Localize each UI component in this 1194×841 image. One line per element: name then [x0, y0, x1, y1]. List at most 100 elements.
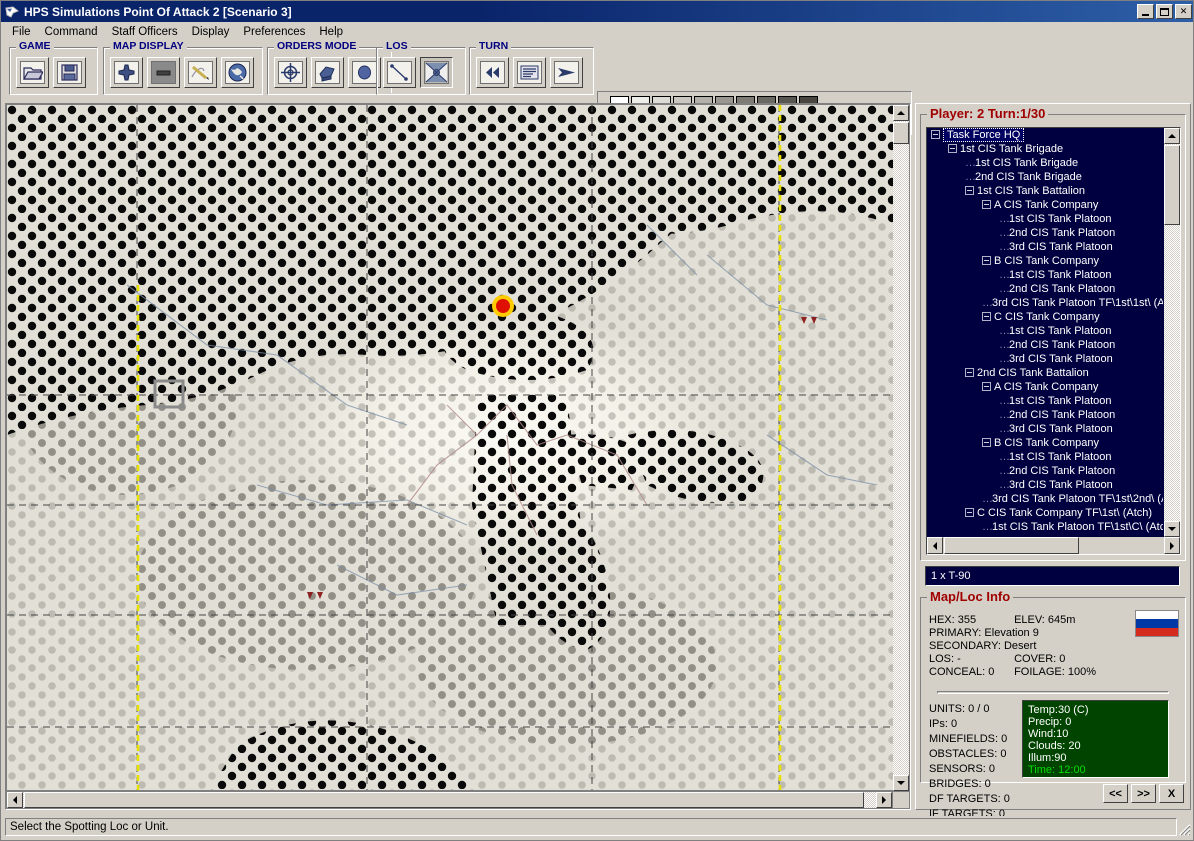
unit-summary-field[interactable]: 1 x T-90	[925, 566, 1180, 586]
tree-node[interactable]: Task Force HQ	[927, 128, 1163, 142]
tree-node[interactable]: …2nd CIS Tank Brigade	[927, 170, 1163, 184]
tree-node[interactable]: …1st CIS Tank Platoon	[927, 324, 1163, 338]
tree-collapse-icon[interactable]	[982, 438, 991, 447]
next-unit-button[interactable]: >>	[1131, 784, 1156, 803]
tree-node[interactable]: 1st CIS Tank Brigade	[927, 142, 1163, 156]
resize-grip[interactable]	[1177, 822, 1191, 836]
menu-item-preferences[interactable]: Preferences	[236, 24, 312, 40]
tree-node[interactable]: …3rd CIS Tank Platoon	[927, 240, 1163, 254]
tree-leaf-icon: …	[999, 408, 1009, 422]
tree-collapse-icon[interactable]	[965, 186, 974, 195]
close-button[interactable]: ✕	[1175, 4, 1192, 19]
tree-node[interactable]: …1st CIS Tank Platoon TF\1st\C\ (Atc	[927, 520, 1163, 534]
minefields-count: MINEFIELDS: 0	[929, 732, 1010, 747]
map-scroll-up-button[interactable]	[893, 105, 909, 121]
tree-node-label: A CIS Tank Company	[994, 199, 1098, 211]
map-horizontal-scrollbar[interactable]	[7, 792, 892, 808]
world-view-button[interactable]	[221, 57, 254, 88]
tree-vertical-scrollbar[interactable]	[1164, 128, 1180, 537]
tree-node[interactable]: …1st CIS Tank Platoon	[927, 394, 1163, 408]
menu-item-display[interactable]: Display	[185, 24, 237, 40]
tree-collapse-icon[interactable]	[965, 368, 974, 377]
close-panel-button[interactable]: X	[1159, 784, 1184, 803]
tree-leaf-icon: …	[999, 394, 1009, 408]
sensors-count: SENSORS: 0	[929, 762, 1010, 777]
tree-node[interactable]: C CIS Tank Company TF\1st\ (Atch)	[927, 506, 1163, 520]
tree-node[interactable]: B CIS Tank Company	[927, 436, 1163, 450]
tree-collapse-icon[interactable]	[948, 144, 957, 153]
tree-node[interactable]: …3rd CIS Tank Platoon	[927, 422, 1163, 436]
tree-horizontal-scroll-thumb[interactable]	[944, 537, 1079, 554]
tree-node[interactable]: …2nd CIS Tank Platoon	[927, 408, 1163, 422]
hex-cursor-box	[155, 381, 183, 407]
minimize-button[interactable]	[1137, 4, 1154, 19]
turn-report-button[interactable]	[513, 57, 546, 88]
map-vertical-scrollbar[interactable]	[893, 105, 909, 791]
tree-vertical-scroll-thumb[interactable]	[1164, 145, 1180, 225]
tree-collapse-icon[interactable]	[982, 382, 991, 391]
tree-collapse-icon[interactable]	[982, 200, 991, 209]
map-marker-layer	[7, 105, 893, 790]
tree-horizontal-scrollbar[interactable]	[927, 537, 1180, 554]
zoom-in-button[interactable]	[110, 57, 143, 88]
tree-node-label: 2nd CIS Tank Platoon	[1009, 339, 1115, 351]
tree-node-label: A CIS Tank Company	[994, 381, 1098, 393]
tree-node[interactable]: …3rd CIS Tank Platoon	[927, 478, 1163, 492]
tree-collapse-icon[interactable]	[982, 256, 991, 265]
map-vertical-scroll-thumb[interactable]	[893, 122, 909, 144]
ips-count: IPs: 0	[929, 717, 1010, 732]
tree-node[interactable]: …1st CIS Tank Platoon	[927, 212, 1163, 226]
tree-node[interactable]: …2nd CIS Tank Platoon	[927, 226, 1163, 240]
zoom-out-button[interactable]	[147, 57, 180, 88]
tree-leaf-icon: …	[999, 282, 1009, 296]
map-horizontal-scroll-thumb[interactable]	[24, 792, 864, 808]
tree-scroll-left-button[interactable]	[927, 537, 943, 554]
move-orders-button[interactable]	[311, 57, 344, 88]
tree-node[interactable]: …3rd CIS Tank Platoon	[927, 352, 1163, 366]
map-scroll-left-button[interactable]	[7, 792, 23, 808]
tree-scroll-down-button[interactable]	[1164, 521, 1180, 537]
toolbar-group-turn: TURN	[469, 47, 594, 95]
menu-item-file[interactable]: File	[5, 24, 38, 40]
tree-collapse-icon[interactable]	[931, 130, 940, 139]
map-draw-button[interactable]	[184, 57, 217, 88]
map-scroll-right-button[interactable]	[876, 792, 892, 808]
tree-leaf-icon: …	[982, 520, 992, 534]
tree-collapse-icon[interactable]	[982, 312, 991, 321]
tree-scroll-right-button[interactable]	[1164, 537, 1180, 554]
tree-node[interactable]: 2nd CIS Tank Battalion	[927, 366, 1163, 380]
tree-node[interactable]: A CIS Tank Company	[927, 198, 1163, 212]
target-orders-button[interactable]	[274, 57, 307, 88]
los-fan-button[interactable]	[420, 57, 453, 88]
menu-item-help[interactable]: Help	[312, 24, 350, 40]
tree-node[interactable]: B CIS Tank Company	[927, 254, 1163, 268]
rewind-turn-button[interactable]	[476, 57, 509, 88]
prev-unit-button[interactable]: <<	[1103, 784, 1128, 803]
tree-node[interactable]: …3rd CIS Tank Platoon TF\1st\2nd\ (A	[927, 492, 1163, 506]
tree-node[interactable]: A CIS Tank Company	[927, 380, 1163, 394]
tree-node[interactable]: …1st CIS Tank Brigade	[927, 156, 1163, 170]
save-game-button[interactable]	[53, 57, 86, 88]
tree-node[interactable]: …2nd CIS Tank Platoon	[927, 282, 1163, 296]
tree-node[interactable]: C CIS Tank Company	[927, 310, 1163, 324]
tree-node[interactable]: 1st CIS Tank Battalion	[927, 184, 1163, 198]
menu-item-command[interactable]: Command	[38, 24, 105, 40]
los-line-button[interactable]	[383, 57, 416, 88]
tree-node[interactable]: …2nd CIS Tank Platoon	[927, 464, 1163, 478]
map-scroll-down-button[interactable]	[893, 775, 909, 791]
menu-item-staff-officers[interactable]: Staff Officers	[105, 24, 185, 40]
map-canvas[interactable]	[7, 105, 893, 790]
open-game-button[interactable]	[16, 57, 49, 88]
tree-node[interactable]: …2nd CIS Tank Platoon	[927, 338, 1163, 352]
tree-node[interactable]: …1st CIS Tank Platoon	[927, 268, 1163, 282]
status-message: Select the Spotting Loc or Unit.	[5, 818, 1177, 836]
tree-node[interactable]: …1st CIS Tank Platoon	[927, 450, 1163, 464]
maximize-button[interactable]	[1156, 4, 1173, 19]
tree-collapse-icon[interactable]	[965, 508, 974, 517]
force-tree-list[interactable]: Task Force HQ1st CIS Tank Brigade…1st CI…	[926, 127, 1181, 555]
next-turn-button[interactable]	[550, 57, 583, 88]
tree-node-label: 1st CIS Tank Platoon	[1009, 451, 1112, 463]
tree-node[interactable]: …3rd CIS Tank Platoon TF\1st\1st\ (A	[927, 296, 1163, 310]
tree-scroll-up-button[interactable]	[1164, 128, 1180, 144]
rewind-icon	[480, 61, 505, 84]
